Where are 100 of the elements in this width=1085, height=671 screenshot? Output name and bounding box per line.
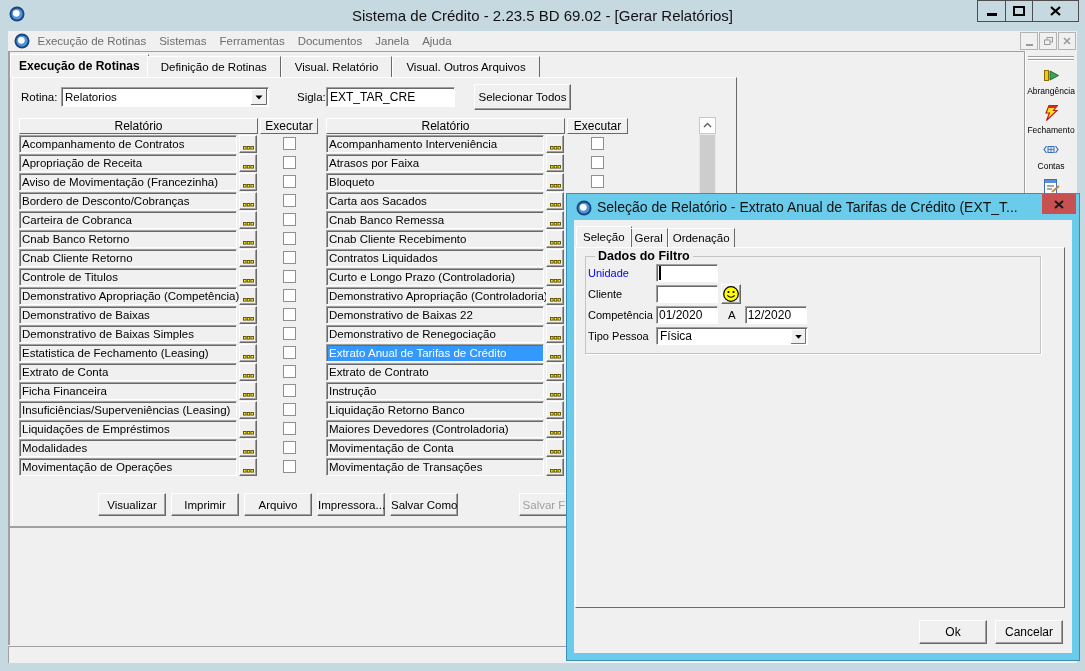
- ellipsis-button[interactable]: [546, 438, 564, 457]
- checkbox[interactable]: [282, 175, 296, 188]
- ellipsis-button[interactable]: [239, 153, 257, 172]
- report-item[interactable]: Movimentação de Operações: [19, 457, 237, 476]
- ellipsis-button[interactable]: [239, 343, 257, 362]
- ellipsis-button[interactable]: [546, 343, 564, 362]
- ellipsis-button[interactable]: [546, 286, 564, 305]
- report-item[interactable]: Curto e Longo Prazo (Controladoria): [326, 267, 544, 286]
- ellipsis-button[interactable]: [239, 134, 257, 153]
- column-header[interactable]: Relatório: [326, 118, 565, 134]
- checkbox[interactable]: [282, 346, 296, 359]
- ellipsis-button[interactable]: [239, 248, 257, 267]
- report-item[interactable]: Cnab Banco Remessa: [326, 210, 544, 229]
- action-button[interactable]: Imprimir: [171, 493, 239, 516]
- checkbox[interactable]: [282, 270, 296, 283]
- report-item[interactable]: Demonstrativo Apropriação (Competência): [19, 286, 237, 305]
- tab[interactable]: Seleção: [576, 226, 632, 247]
- ellipsis-button[interactable]: [546, 324, 564, 343]
- input-field[interactable]: EXT_TAR_CRE: [326, 87, 455, 107]
- ellipsis-button[interactable]: [239, 400, 257, 419]
- ellipsis-button[interactable]: [546, 267, 564, 286]
- action-button[interactable]: Visualizar: [98, 493, 166, 516]
- ellipsis-button[interactable]: [239, 324, 257, 343]
- toolbar-button[interactable]: Abrangência: [1026, 70, 1076, 96]
- ellipsis-button[interactable]: [546, 457, 564, 476]
- maximize-button[interactable]: [1005, 0, 1033, 22]
- ellipsis-button[interactable]: [239, 362, 257, 381]
- report-item[interactable]: Contratos Liquidados: [326, 248, 544, 267]
- dialog-button[interactable]: Ok: [919, 620, 987, 644]
- checkbox[interactable]: [591, 137, 604, 150]
- report-item[interactable]: Controle de Titulos: [19, 267, 237, 286]
- caret-icon[interactable]: [791, 328, 806, 344]
- checkbox[interactable]: [282, 232, 296, 245]
- checkbox[interactable]: [591, 175, 604, 188]
- ellipsis-button[interactable]: [239, 419, 257, 438]
- input-field[interactable]: 12/2020: [744, 306, 807, 324]
- report-item[interactable]: Extrato de Conta: [19, 362, 237, 381]
- checkbox[interactable]: [282, 251, 296, 264]
- action-button[interactable]: Impressora...: [317, 493, 385, 516]
- checkbox[interactable]: [282, 365, 296, 378]
- report-item[interactable]: Modalidades: [19, 438, 237, 457]
- dropdown[interactable]: Física: [656, 327, 808, 345]
- ellipsis-button[interactable]: [546, 419, 564, 438]
- ellipsis-button[interactable]: [546, 381, 564, 400]
- tab[interactable]: Ordenação: [667, 228, 735, 247]
- report-item[interactable]: Carta aos Sacados: [326, 191, 544, 210]
- input-field[interactable]: [656, 264, 718, 282]
- action-button[interactable]: Arquivo: [244, 493, 312, 516]
- checkbox[interactable]: [282, 327, 296, 340]
- checkbox[interactable]: [282, 384, 296, 397]
- routine-dropdown[interactable]: Relatorios: [61, 87, 269, 107]
- report-item[interactable]: Demonstrativo Apropriação (Controladoria): [326, 286, 544, 305]
- report-item[interactable]: Bloqueto: [326, 172, 544, 191]
- ellipsis-button[interactable]: [546, 305, 564, 324]
- input-field[interactable]: [656, 285, 718, 303]
- checkbox[interactable]: [282, 422, 296, 435]
- ellipsis-button[interactable]: [546, 153, 564, 172]
- ellipsis-button[interactable]: [239, 381, 257, 400]
- report-item[interactable]: Carteira de Cobranca: [19, 210, 237, 229]
- report-item[interactable]: Demonstrativo de Baixas Simples: [19, 324, 237, 343]
- minimize-button[interactable]: [977, 0, 1006, 22]
- report-item[interactable]: Movimentação de Transações: [326, 457, 544, 476]
- checkbox[interactable]: [282, 156, 296, 169]
- caret-icon[interactable]: [251, 89, 267, 105]
- tab[interactable]: Visual. Outros Arquivos: [392, 56, 540, 77]
- ellipsis-button[interactable]: [546, 248, 564, 267]
- ellipsis-button[interactable]: [239, 305, 257, 324]
- column-header[interactable]: Executar: [260, 118, 318, 134]
- report-item[interactable]: Cnab Cliente Recebimento: [326, 229, 544, 248]
- checkbox[interactable]: [282, 460, 296, 473]
- ellipsis-button[interactable]: [239, 210, 257, 229]
- ellipsis-button[interactable]: [546, 229, 564, 248]
- ellipsis-button[interactable]: [546, 191, 564, 210]
- tab[interactable]: Definição de Rotinas: [146, 56, 281, 77]
- report-item[interactable]: Acompanhamento Interveniência: [326, 134, 544, 153]
- ellipsis-button[interactable]: [546, 362, 564, 381]
- report-item[interactable]: Acompanhamento de Contratos: [19, 134, 237, 153]
- document-icon[interactable]: [1042, 179, 1060, 194]
- ellipsis-button[interactable]: [239, 457, 257, 476]
- select-all-button[interactable]: Selecionar Todos: [474, 84, 571, 110]
- checkbox[interactable]: [282, 308, 296, 321]
- tab[interactable]: Visual. Relatório: [280, 56, 393, 77]
- toolbar-button[interactable]: Contas: [1026, 145, 1076, 171]
- report-item[interactable]: Liquidação Retorno Banco: [326, 400, 544, 419]
- checkbox[interactable]: [591, 156, 604, 169]
- lookup-button[interactable]: [721, 284, 741, 304]
- app-logo-icon[interactable]: [9, 6, 25, 22]
- ellipsis-button[interactable]: [239, 172, 257, 191]
- tab[interactable]: Execução de Rotinas: [10, 54, 149, 77]
- report-item[interactable]: Cnab Banco Retorno: [19, 229, 237, 248]
- report-item[interactable]: Aviso de Movimentação (Francezinha): [19, 172, 237, 191]
- report-item[interactable]: Estatistica de Fechamento (Leasing): [19, 343, 237, 362]
- report-item[interactable]: Demonstrativo de Baixas: [19, 305, 237, 324]
- checkbox[interactable]: [282, 137, 296, 150]
- report-item[interactable]: Insuficiências/Superveniências (Leasing): [19, 400, 237, 419]
- report-item[interactable]: Demonstrativo de Baixas 22: [326, 305, 544, 324]
- report-item[interactable]: Cnab Cliente Retorno: [19, 248, 237, 267]
- report-item[interactable]: Apropriação de Receita: [19, 153, 237, 172]
- toolbar-button[interactable]: Fechamento: [1026, 105, 1076, 135]
- tab[interactable]: Geral: [629, 228, 668, 247]
